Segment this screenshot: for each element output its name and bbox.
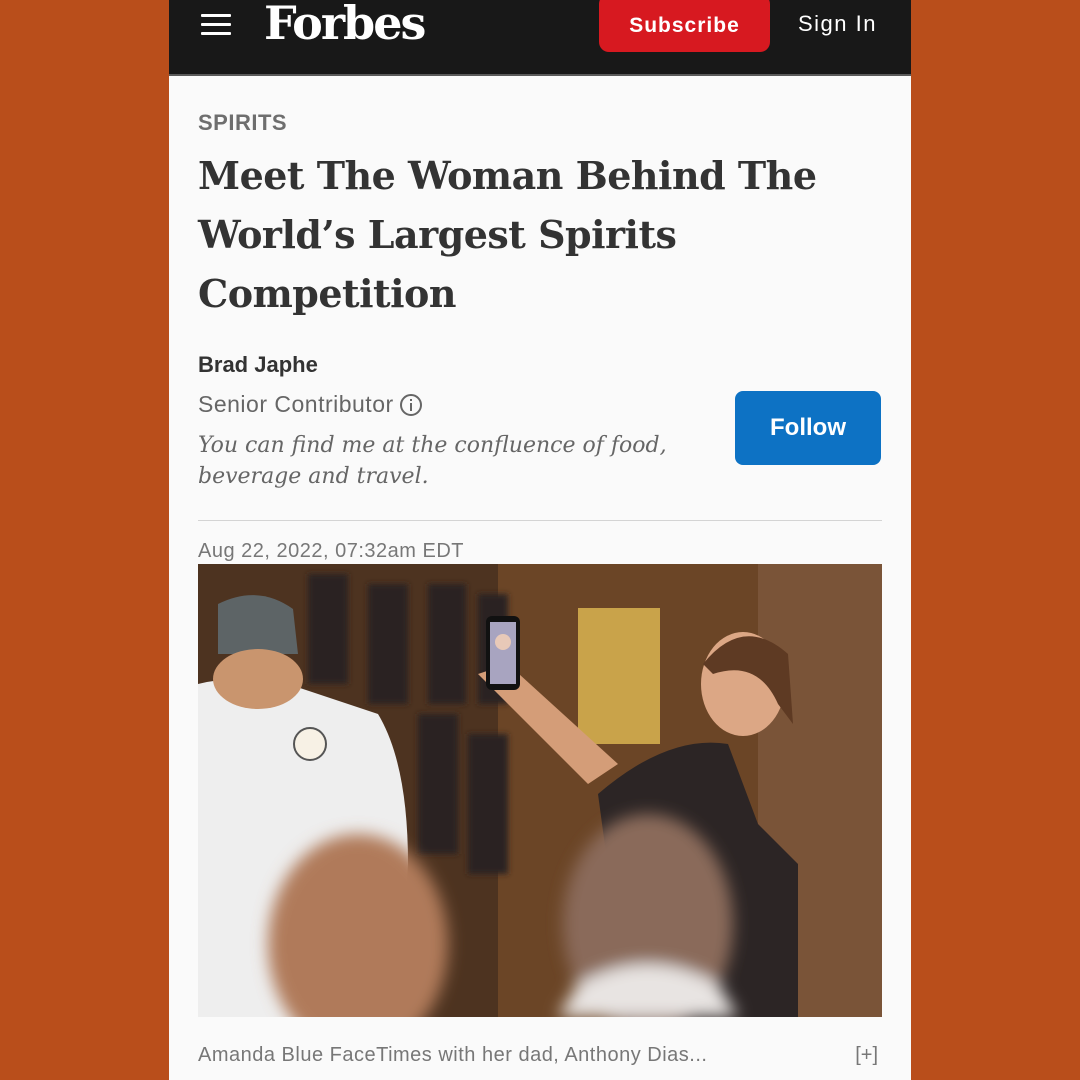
top-nav-bar: Forbes Subscribe Sign In	[169, 0, 911, 76]
forbes-logo[interactable]: Forbes	[264, 0, 426, 50]
sign-in-link[interactable]: Sign In	[798, 11, 877, 37]
headline-line: Competition	[198, 271, 457, 316]
photo-illustration	[198, 564, 882, 1017]
publish-time: 07:32am EDT	[335, 540, 465, 562]
bio-line: beverage and travel.	[198, 464, 429, 489]
author-role: Senior Contributor	[198, 391, 422, 418]
article-photo[interactable]	[198, 564, 882, 1017]
author-bio: You can find me at the confluence of foo…	[198, 430, 698, 492]
headline-line: Meet The Woman Behind The	[198, 153, 817, 198]
author-role-label: Senior Contributor	[198, 391, 394, 417]
follow-button[interactable]: Follow	[735, 391, 881, 465]
headline-line: World’s Largest Spirits	[198, 212, 677, 257]
author-name[interactable]: Brad Japhe	[198, 352, 318, 378]
publish-date: Aug 22, 2022, 07:32am EDT	[198, 540, 464, 563]
subscribe-button[interactable]: Subscribe	[599, 0, 770, 52]
bio-line: You can find me at the confluence of foo…	[198, 433, 667, 458]
headline: Meet The Woman Behind The World’s Larges…	[198, 146, 838, 323]
info-icon[interactable]	[399, 393, 422, 416]
photo-caption: Amanda Blue FaceTimes with her dad, Anth…	[198, 1044, 708, 1066]
caption-expand-button[interactable]: [+]	[855, 1044, 878, 1067]
hamburger-menu-icon[interactable]	[201, 14, 231, 38]
phone-screen: Forbes Subscribe Sign In SPIRITS Meet Th…	[169, 0, 911, 1080]
publish-date-day: Aug 22, 2022,	[198, 540, 330, 562]
section-label[interactable]: SPIRITS	[198, 110, 287, 136]
divider	[198, 520, 882, 521]
